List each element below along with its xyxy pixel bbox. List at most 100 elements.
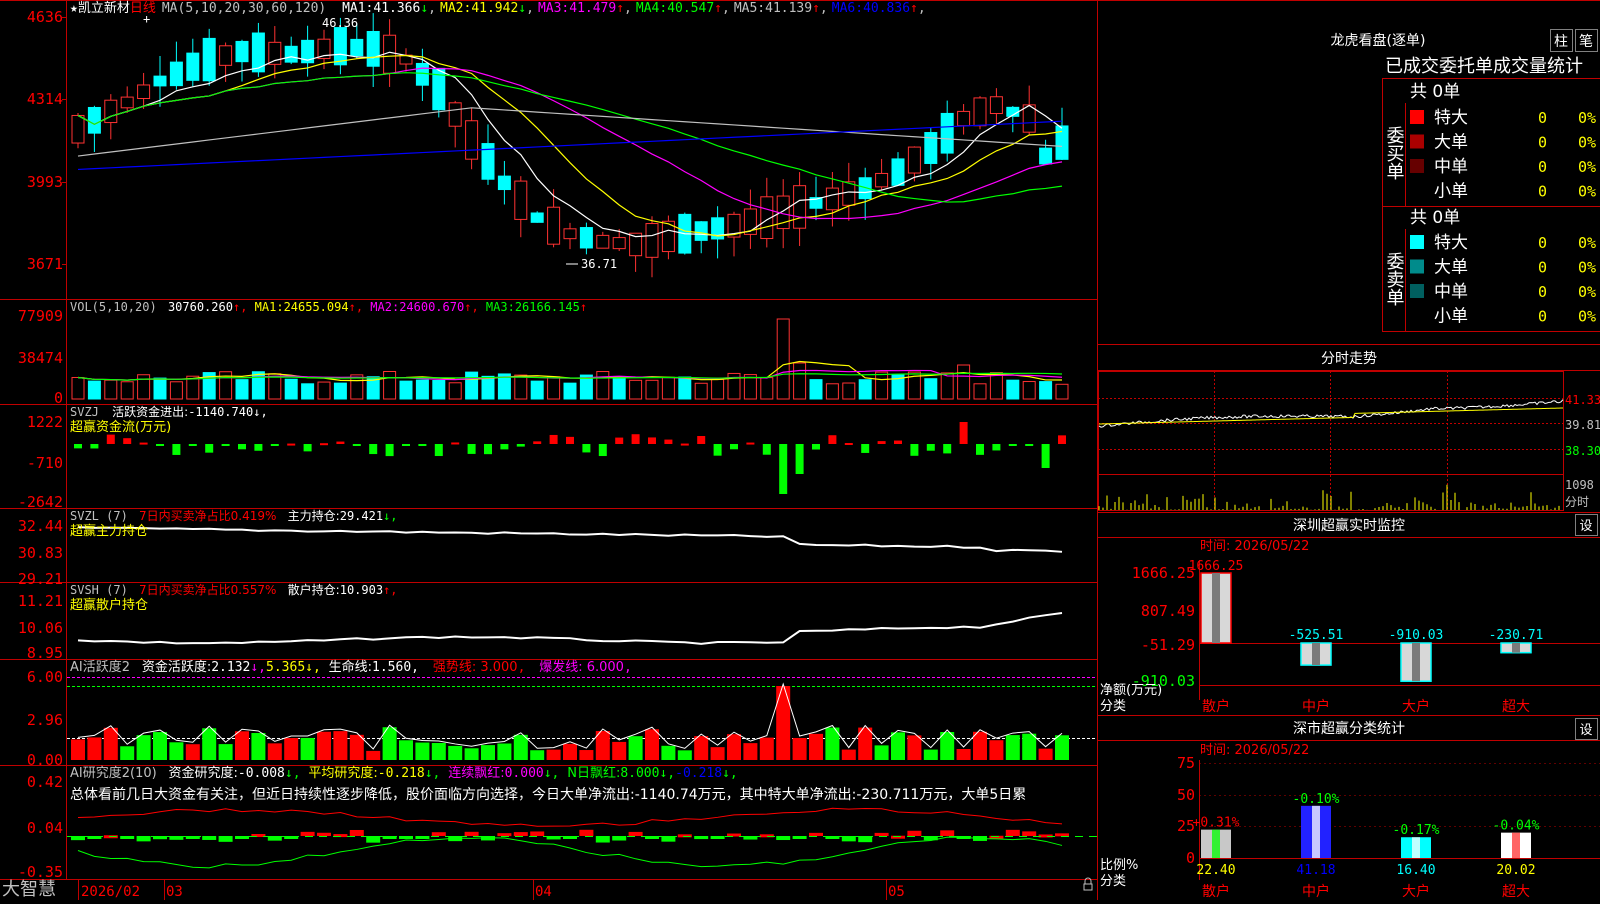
- order-count: 0: [1538, 134, 1547, 152]
- date-label-feb: 2026/02: [81, 884, 140, 900]
- research-bar: [431, 832, 446, 836]
- fund-flow-bar: [1058, 435, 1066, 444]
- buy-orders-label: 委买单: [1384, 126, 1405, 180]
- retail-holding-tick: 8.95: [27, 644, 63, 662]
- ma-legend-item: MA2:: [440, 1, 471, 16]
- order-color-swatch: [1410, 110, 1424, 124]
- fund-flow-bar: [336, 441, 345, 444]
- order-percent: 0%: [1578, 259, 1596, 277]
- volume-bar: [989, 372, 1003, 400]
- activity-bar: [645, 729, 659, 760]
- net-amount-bar-shade: [1512, 643, 1520, 653]
- crosshair-icon: +: [143, 12, 150, 26]
- research-bar: [300, 831, 315, 836]
- volume-bars: [71, 318, 1069, 400]
- order-count: 0: [1538, 283, 1547, 301]
- intraday-volume-bars: [1098, 484, 1560, 510]
- ma-legend-value: 41.366: [373, 1, 420, 16]
- chart-canvas[interactable]: 4636 4314 3993 3671 ★凯立新材日线 MA(5,10,20,30,60…: [0, 0, 1600, 900]
- net-amount-category: 中户: [1302, 698, 1330, 715]
- volume-tick: 77909: [18, 307, 63, 325]
- activity-bar: [727, 734, 741, 760]
- volume-bar: [1006, 379, 1020, 400]
- candle-body: [219, 45, 233, 66]
- fund-flow-bar: [238, 444, 246, 450]
- research-bars: [67, 807, 1097, 869]
- class-ratio-tick: 50: [1177, 786, 1195, 804]
- class-ratio-bar-shade: [1212, 829, 1220, 858]
- volume-bar: [169, 381, 183, 400]
- fund-flow-bar: [451, 442, 460, 445]
- candle-body: [875, 172, 889, 188]
- fund-flow-bar: [992, 444, 1001, 451]
- svzl-subtitle: 超赢主力持仓: [70, 523, 148, 539]
- main-header: ★凯立新材日线 MA(5,10,20,30,60,120) MA1:41.366↓…: [70, 0, 926, 16]
- date-label-may: 05: [888, 884, 905, 900]
- activity-bar: [546, 749, 561, 760]
- main-holding-curve: [77, 526, 1063, 553]
- fund-flow-bar: [664, 439, 673, 444]
- fund-flow-bar: [943, 444, 952, 454]
- candle-body: [415, 62, 429, 86]
- fund-flow-bar: [156, 444, 164, 446]
- class-ratio-category: 超大: [1502, 884, 1530, 900]
- volume-bar: [1039, 381, 1053, 400]
- volume-bar: [120, 381, 134, 400]
- sz-class-x-title: 分类: [1100, 874, 1126, 889]
- research-bar: [464, 831, 479, 836]
- bar-mode-button[interactable]: 柱: [1550, 29, 1573, 52]
- fund-flow-bar: [385, 444, 394, 457]
- fund-flow-bar: [106, 434, 115, 444]
- tick-mode-button[interactable]: 笔: [1575, 29, 1598, 52]
- class-ratio-tick: 0: [1186, 849, 1195, 867]
- activity-bar: [1005, 735, 1020, 760]
- sz-monitor-settings-button[interactable]: 设: [1575, 514, 1598, 536]
- order-percent: 0%: [1578, 234, 1596, 252]
- fund-flow-bar: [303, 444, 312, 452]
- ma-params: MA(5,10,20,30,60,120): [162, 1, 326, 16]
- activity-tick: 0.00: [27, 751, 63, 769]
- activity-bar: [1022, 733, 1037, 760]
- activity-bar: [235, 731, 249, 760]
- class-ratio-value: 16.40: [1396, 863, 1435, 878]
- activity-bar: [891, 732, 905, 760]
- ma-legend-sep: ,: [428, 1, 436, 16]
- activity-bar: [973, 731, 987, 760]
- volume-bar: [629, 379, 643, 400]
- candle-body: [1022, 104, 1036, 133]
- net-amount-chart: 1666.25 807.49 -51.29 -910.03 1666.25 散户 -525.…: [1132, 559, 1600, 715]
- volume-bar: [694, 382, 708, 400]
- candle-body: [645, 223, 659, 258]
- fund-flow-bar: [713, 444, 722, 456]
- class-ratio-tick: 75: [1177, 754, 1195, 772]
- candle-body: [530, 212, 544, 223]
- volume-bar: [776, 318, 790, 400]
- svzj-header: SVZJ 活跃资金进出:-1140.740↓,: [70, 404, 268, 419]
- volume-bar: [842, 382, 856, 400]
- activity-tick: 2.96: [27, 711, 63, 729]
- candle-body: [120, 96, 134, 109]
- order-color-swatch: [1410, 284, 1424, 298]
- volume-axis: 77909 38474 0: [18, 307, 63, 407]
- research-tick: 0.42: [27, 773, 63, 791]
- ma-legend-item: MA6:: [832, 1, 863, 16]
- activity-bar: [792, 738, 807, 760]
- ma-legend-value: 41.139: [765, 1, 812, 16]
- candle-body: [989, 96, 1003, 115]
- volume-bar: [235, 379, 249, 400]
- activity-bar: [776, 686, 791, 760]
- candle-body: [350, 38, 364, 57]
- candle-body: [547, 206, 561, 245]
- class-ratio-value: 20.02: [1496, 863, 1535, 878]
- sz-class-settings-button[interactable]: 设: [1575, 718, 1598, 740]
- main-holding-axis: 32.44 30.83 29.21: [18, 517, 63, 588]
- main-holding-tick: 29.21: [18, 570, 63, 588]
- fund-flow-bar: [844, 442, 853, 445]
- net-amount-category: 散户: [1202, 698, 1230, 715]
- volume-bar: [809, 379, 823, 400]
- volume-bar: [317, 381, 331, 400]
- stats-tabs[interactable]: 已成交委托单成交量统计: [1385, 56, 1583, 77]
- svsh-subtitle: 超赢散户持仓: [70, 597, 148, 613]
- candle-body: [202, 37, 216, 82]
- order-percent: 0%: [1578, 183, 1596, 201]
